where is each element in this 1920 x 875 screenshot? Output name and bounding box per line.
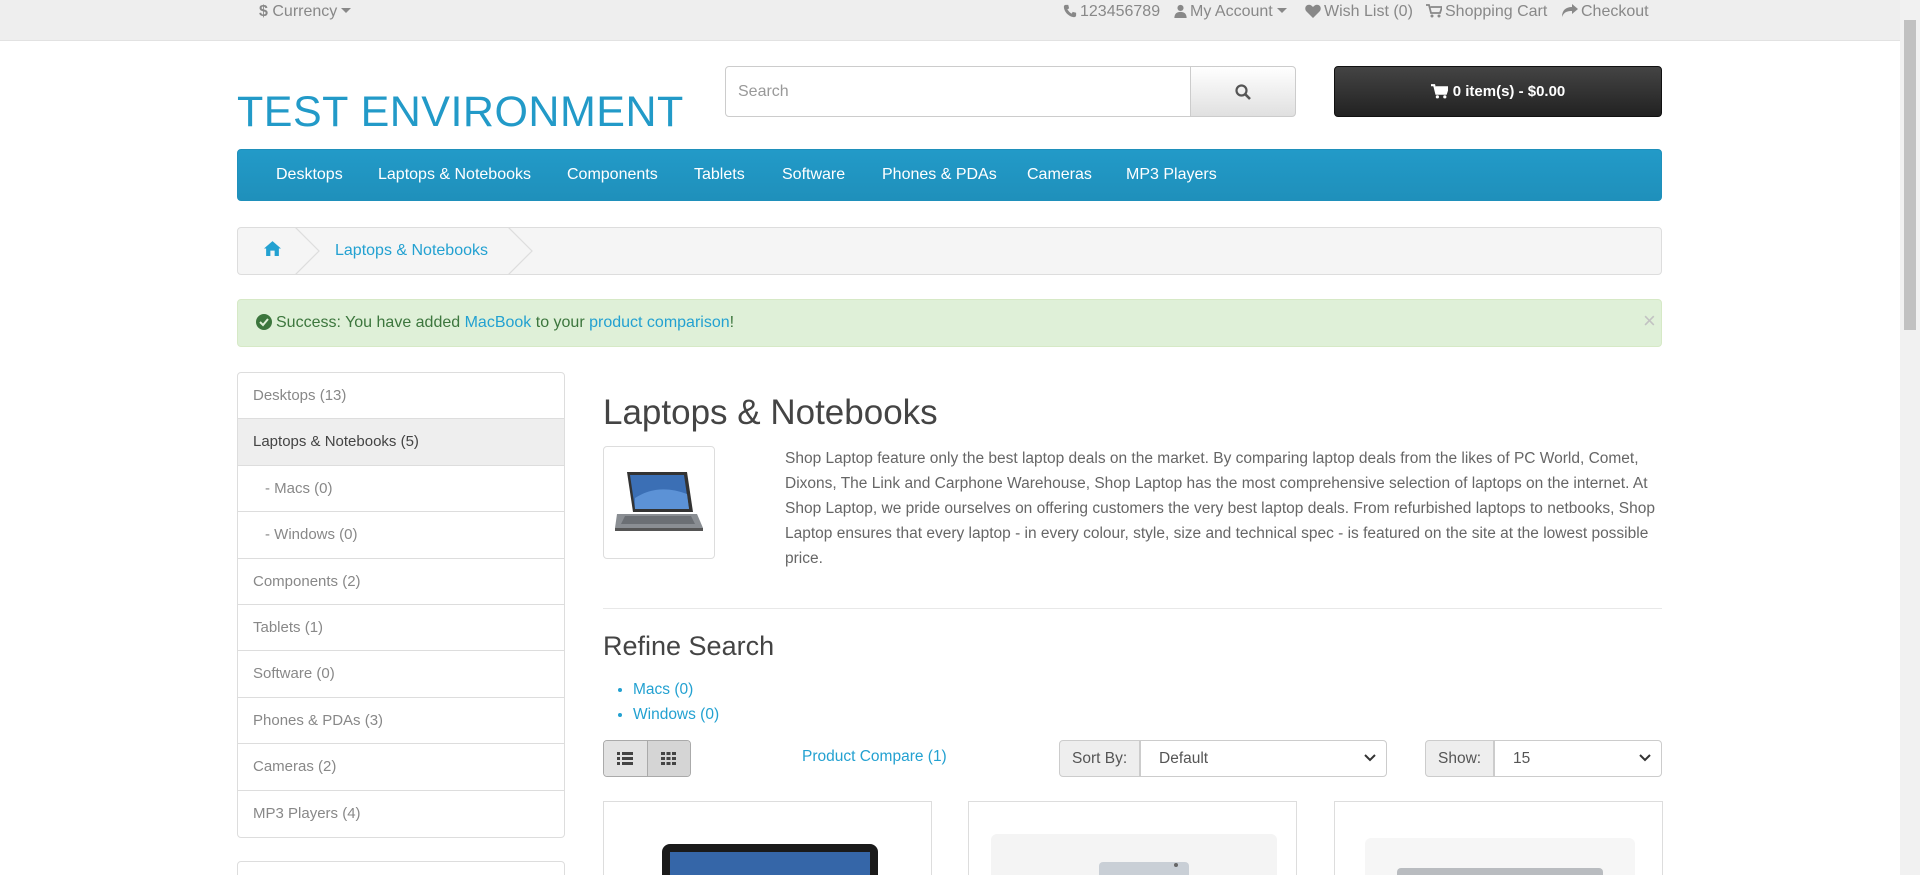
page-title: Laptops & Notebooks — [603, 393, 938, 432]
alert-comparison-link[interactable]: product comparison — [589, 314, 730, 331]
breadcrumb-separator — [295, 227, 320, 275]
category-windows[interactable]: - Windows (0) — [238, 512, 564, 559]
shopping-cart-label: Shopping Cart — [1445, 3, 1548, 20]
chevron-down-icon — [1364, 754, 1376, 762]
search-icon — [1235, 83, 1251, 100]
sort-by-label: Sort By: — [1059, 740, 1141, 777]
sort-by-value: Default — [1159, 750, 1209, 767]
list-icon — [617, 752, 634, 765]
grid-view-button[interactable] — [646, 741, 690, 776]
wish-list-link[interactable]: Wish List (0) — [1305, 0, 1413, 24]
refine-link-macs[interactable]: Macs (0) — [633, 681, 693, 698]
category-tablets[interactable]: Tablets (1) — [238, 605, 564, 652]
product-card[interactable] — [603, 801, 932, 875]
product-image — [991, 834, 1277, 875]
page-scrollbar[interactable] — [1900, 0, 1920, 875]
refine-search-list: Macs (0) Windows (0) — [633, 677, 719, 727]
category-mp3-players[interactable]: MP3 Players (4) — [238, 791, 564, 837]
menu-item-software[interactable]: Software — [782, 150, 845, 200]
list-view-button[interactable] — [604, 741, 647, 776]
dollar-icon: $ — [259, 3, 268, 20]
caret-down-icon — [1276, 8, 1287, 13]
category-laptops-notebooks[interactable]: Laptops & Notebooks (5) — [238, 419, 564, 466]
category-components[interactable]: Components (2) — [238, 559, 564, 605]
menu-item-tablets[interactable]: Tablets — [694, 150, 745, 200]
category-description: Shop Laptop feature only the best laptop… — [785, 450, 1655, 567]
my-account-label: My Account — [1190, 3, 1273, 20]
product-image — [662, 844, 878, 875]
checkout-link[interactable]: Checkout — [1562, 0, 1649, 24]
user-icon — [1174, 4, 1187, 18]
home-icon — [264, 241, 281, 256]
sort-by-select[interactable]: Default — [1140, 740, 1387, 777]
search-input[interactable] — [725, 66, 1191, 117]
product-card[interactable] — [1334, 801, 1663, 875]
category-macs[interactable]: - Macs (0) — [238, 466, 564, 513]
category-cameras[interactable]: Cameras (2) — [238, 744, 564, 791]
category-desktops[interactable]: Desktops (13) — [238, 373, 564, 420]
check-circle-icon — [256, 314, 272, 330]
menu-item-desktops[interactable]: Desktops — [276, 150, 343, 200]
refine-item-macs: Macs (0) — [633, 677, 719, 702]
phone-icon — [1063, 4, 1077, 18]
cart-total: 0 item(s) - $0.00 — [1452, 83, 1566, 100]
caret-down-icon — [341, 8, 352, 13]
laptop-image — [615, 471, 703, 531]
menu-item-laptops-notebooks[interactable]: Laptops & Notebooks — [378, 150, 531, 200]
phone-link[interactable]: 123456789 — [1063, 0, 1160, 24]
shopping-cart-link[interactable]: Shopping Cart — [1426, 0, 1547, 24]
alert-suffix: ! — [729, 314, 735, 331]
refine-search-title: Refine Search — [603, 631, 775, 661]
cart-button[interactable]: 0 item(s) - $0.00 — [1334, 66, 1662, 117]
show-select[interactable]: 15 — [1494, 740, 1662, 777]
checkout-label: Checkout — [1581, 3, 1649, 20]
menu-item-phones-pdas[interactable]: Phones & PDAs — [882, 150, 997, 200]
breadcrumb: Laptops & Notebooks — [237, 227, 1662, 275]
category-phones-pdas[interactable]: Phones & PDAs (3) — [238, 698, 564, 745]
divider — [603, 608, 1662, 609]
view-toggle — [603, 740, 691, 777]
success-alert: Success: You have added MacBook to your … — [237, 299, 1662, 347]
breadcrumb-home[interactable] — [264, 241, 281, 260]
menu-item-components[interactable]: Components — [567, 150, 658, 200]
sidebar-box — [237, 861, 565, 875]
show-label: Show: — [1425, 740, 1495, 777]
cart-icon — [1430, 84, 1448, 99]
product-compare-link[interactable]: Product Compare (1) — [802, 748, 947, 766]
product-card[interactable] — [968, 801, 1297, 875]
currency-dropdown[interactable]: $ Currency — [259, 0, 352, 24]
scrollbar-thumb[interactable] — [1904, 20, 1916, 330]
category-software[interactable]: Software (0) — [238, 651, 564, 698]
main-menu: Desktops Laptops & Notebooks Components … — [237, 149, 1662, 201]
currency-label: Currency — [272, 3, 338, 20]
close-icon[interactable]: × — [1643, 300, 1663, 342]
heart-icon — [1305, 4, 1321, 18]
top-bar: $ Currency 123456789 My Account Wish Lis… — [0, 0, 1900, 41]
menu-item-cameras[interactable]: Cameras — [1027, 150, 1092, 200]
show-value: 15 — [1513, 750, 1531, 767]
alert-middle: to your — [531, 314, 590, 331]
breadcrumb-laptops-notebooks[interactable]: Laptops & Notebooks — [335, 228, 488, 274]
category-thumbnail — [603, 446, 715, 559]
wish-list-label: Wish List (0) — [1324, 3, 1413, 20]
phone-number: 123456789 — [1080, 3, 1161, 20]
chevron-down-icon — [1639, 754, 1651, 762]
search-button[interactable] — [1190, 66, 1296, 117]
my-account-dropdown[interactable]: My Account — [1174, 0, 1287, 24]
share-icon — [1562, 4, 1578, 17]
grid-icon — [661, 752, 677, 765]
alert-prefix: Success: You have added — [276, 314, 465, 331]
alert-product-link[interactable]: MacBook — [465, 314, 532, 331]
refine-item-windows: Windows (0) — [633, 702, 719, 727]
category-list: Desktops (13) Laptops & Notebooks (5) - … — [237, 372, 565, 838]
cart-icon — [1426, 4, 1444, 18]
store-logo[interactable]: TEST ENVIRONMENT — [237, 88, 684, 137]
refine-link-windows[interactable]: Windows (0) — [633, 706, 719, 723]
breadcrumb-separator — [508, 227, 533, 275]
product-image — [1365, 838, 1635, 875]
menu-item-mp3-players[interactable]: MP3 Players — [1126, 150, 1217, 200]
